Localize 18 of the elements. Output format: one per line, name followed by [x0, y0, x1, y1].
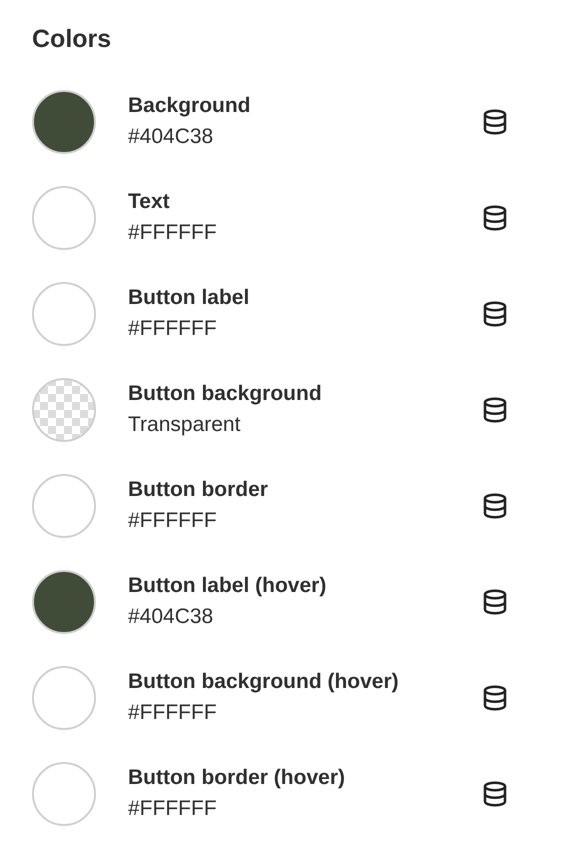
color-value: #FFFFFF	[128, 700, 218, 726]
color-value: #FFFFFF	[128, 508, 218, 534]
color-value: Transparent	[128, 412, 242, 438]
color-name: Button background (hover)	[128, 669, 400, 695]
section-title: Colors	[32, 24, 112, 55]
color-name: Background	[128, 93, 252, 119]
color-value: #FFFFFF	[128, 796, 218, 822]
color-value: #FFFFFF	[128, 220, 218, 246]
color-value: #FFFFFF	[128, 316, 218, 342]
color-value: #404C38	[128, 124, 214, 150]
color-name: Button background	[128, 381, 323, 407]
transparent-swatch[interactable]	[32, 378, 96, 442]
color-name: Button label	[128, 285, 250, 311]
color-name: Text	[128, 189, 171, 215]
color-value: #404C38	[128, 604, 214, 630]
color-name: Button border (hover)	[128, 765, 346, 791]
color-name: Button border	[128, 477, 269, 503]
color-name: Button label (hover)	[128, 573, 328, 599]
